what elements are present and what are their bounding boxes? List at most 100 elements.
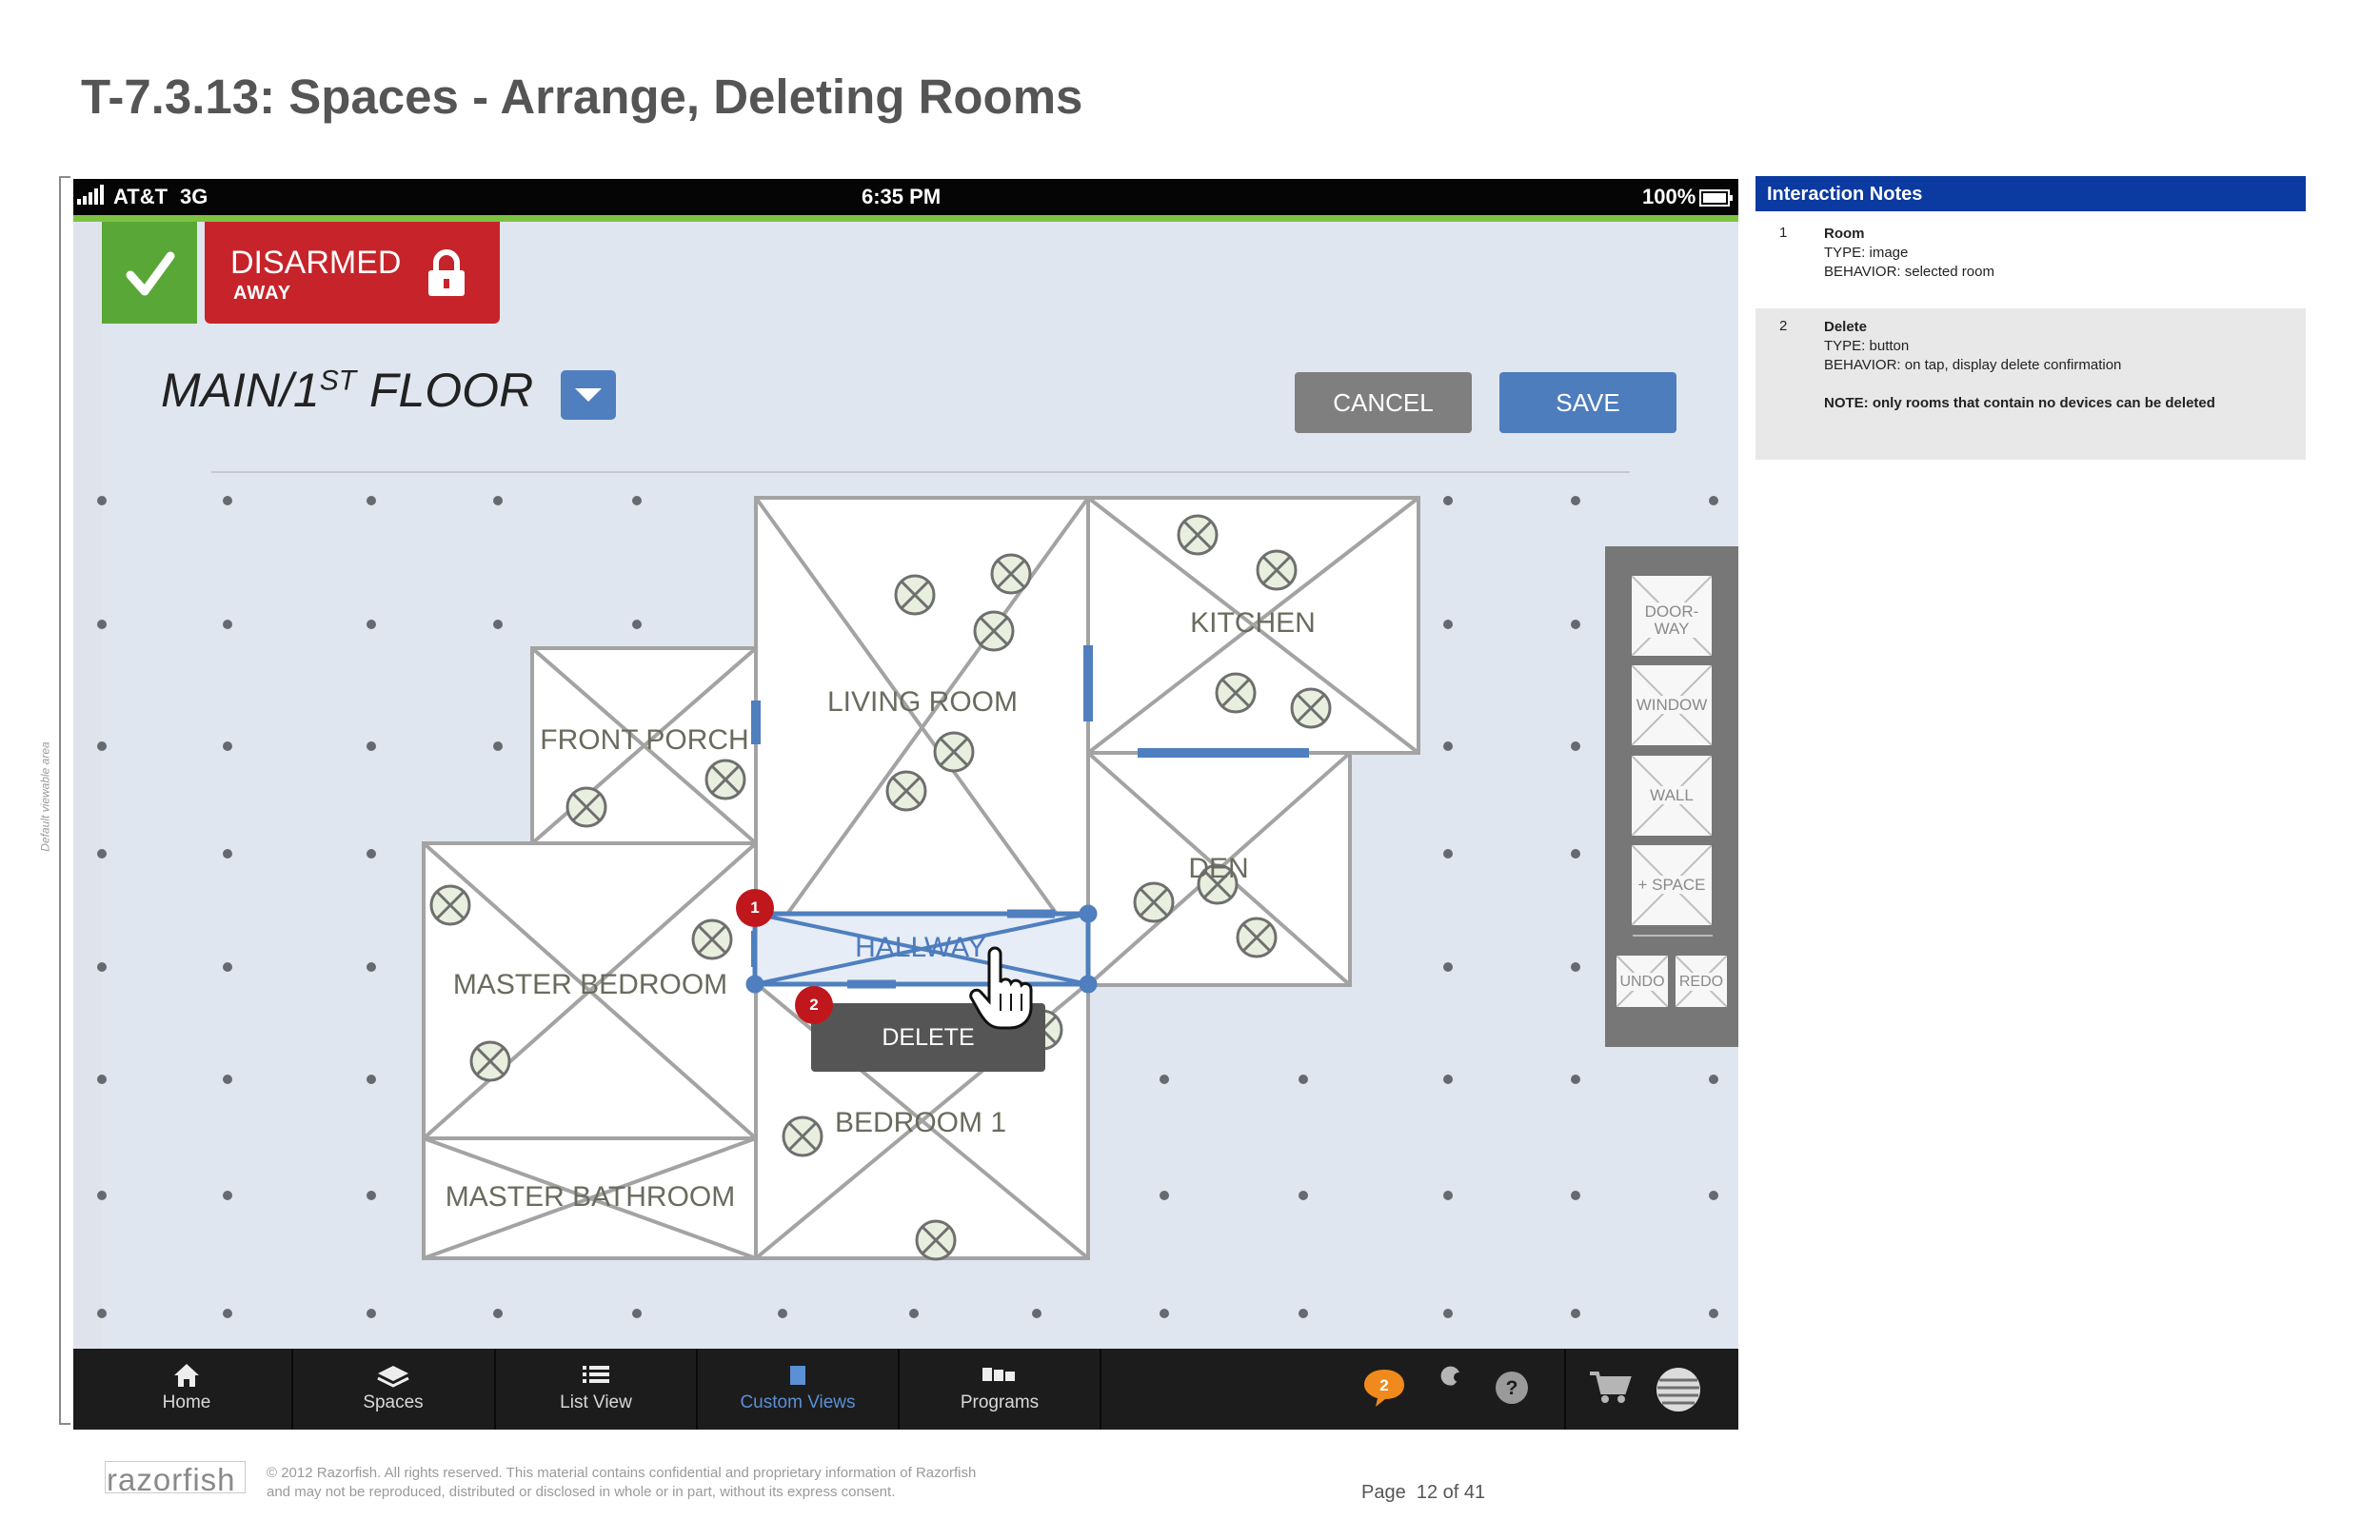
grid-dot: [1160, 1191, 1169, 1200]
grid-dot: [493, 741, 503, 751]
security-status-badge[interactable]: DISARMED AWAY: [205, 222, 500, 324]
att-globe-icon[interactable]: [1654, 1365, 1703, 1414]
tab-list-view[interactable]: List View: [496, 1349, 696, 1430]
copyright-notice: © 2012 Razorfish. All rights reserved. T…: [267, 1464, 1123, 1502]
tool-add-space[interactable]: + SPACE: [1631, 844, 1713, 926]
grid-dot: [1299, 1309, 1308, 1318]
chat-icon[interactable]: 2: [1360, 1366, 1408, 1410]
light-bulb-icon[interactable]: [915, 1219, 957, 1261]
light-bulb-icon[interactable]: [1290, 687, 1332, 729]
room-label-master-bedroom[interactable]: MASTER BEDROOM: [453, 969, 727, 1001]
light-bulb-icon[interactable]: [933, 731, 975, 773]
floor-name-suffix: FLOOR: [356, 364, 534, 417]
help-icon[interactable]: ?: [1494, 1370, 1530, 1406]
tab-programs-label: Programs: [960, 1392, 1040, 1412]
grid-dot: [493, 496, 503, 505]
light-bulb-icon[interactable]: [973, 610, 1015, 652]
grid-dot: [1160, 1309, 1169, 1318]
grid-dot: [367, 1075, 376, 1084]
grid-dot: [1160, 1075, 1169, 1084]
cancel-button[interactable]: CANCEL: [1295, 372, 1472, 433]
grid-dot: [1709, 1191, 1718, 1200]
programs-icon: [982, 1368, 1015, 1381]
device-screen: KITCHEN LIVING ROOM FRONT PORCH DEN HALL…: [73, 179, 1738, 1430]
cart-icon[interactable]: [1588, 1368, 1632, 1406]
tab-programs[interactable]: Programs: [900, 1349, 1100, 1430]
light-bulb-icon[interactable]: [1256, 549, 1298, 591]
room-label-den[interactable]: DEN: [1188, 853, 1248, 885]
light-bulb-icon[interactable]: [429, 884, 471, 926]
light-bulb-icon[interactable]: [990, 553, 1032, 595]
floor-ordinal: ST: [319, 365, 357, 397]
note-number: 1: [1779, 225, 1788, 241]
security-mode: AWAY: [233, 283, 292, 304]
light-bulb-icon[interactable]: [1133, 881, 1175, 923]
light-bulb-icon[interactable]: [565, 786, 607, 828]
razorfish-logo: razorfish: [107, 1462, 236, 1497]
page-number: Page 12 of 41: [1361, 1482, 1485, 1504]
grid-dot: [1709, 496, 1718, 505]
grid-dot: [97, 496, 107, 505]
floor-dropdown-button[interactable]: [561, 370, 616, 420]
tool-doorway-label: DOOR-: [1632, 602, 1712, 621]
tool-window[interactable]: WINDOW: [1631, 664, 1713, 746]
grid-dot: [223, 962, 232, 972]
svg-text:?: ?: [1506, 1377, 1518, 1399]
title-divider: [211, 471, 1630, 473]
light-bulb-icon[interactable]: [1177, 514, 1219, 556]
tab-home-label: Home: [162, 1392, 211, 1412]
copyright-line-1: © 2012 Razorfish. All rights reserved. T…: [267, 1465, 977, 1481]
light-bulb-icon[interactable]: [885, 770, 927, 812]
tab-separator: [1564, 1349, 1566, 1430]
room-label-living-room[interactable]: LIVING ROOM: [827, 686, 1018, 719]
tool-window-label: WINDOW: [1632, 696, 1712, 714]
tab-home[interactable]: Home: [102, 1349, 271, 1430]
light-bulb-icon[interactable]: [782, 1116, 823, 1157]
redo-button[interactable]: REDO: [1675, 955, 1728, 1008]
grid-dot: [1443, 620, 1453, 629]
copyright-line-2: and may not be reproduced, distributed o…: [267, 1484, 896, 1500]
grid-dot: [97, 620, 107, 629]
save-button[interactable]: SAVE: [1499, 372, 1676, 433]
room-label-master-bathroom[interactable]: MASTER BATHROOM: [446, 1181, 735, 1214]
grid-dot: [1571, 849, 1580, 859]
room-label-hallway[interactable]: HALLWAY: [855, 932, 986, 964]
undo-button[interactable]: UNDO: [1616, 955, 1669, 1008]
grid-dot: [493, 620, 503, 629]
light-bulb-icon[interactable]: [469, 1040, 511, 1082]
light-bulb-icon[interactable]: [1236, 917, 1278, 958]
light-bulb-icon[interactable]: [894, 574, 936, 616]
tool-doorway[interactable]: DOOR- WAY: [1631, 575, 1713, 657]
note-item: 1 Room TYPE: image BEHAVIOR: selected ro…: [1755, 211, 2306, 289]
grid-dot: [1571, 496, 1580, 505]
light-bulb-icon[interactable]: [704, 759, 746, 800]
layers-icon: [377, 1366, 409, 1388]
light-bulb-icon[interactable]: [691, 918, 733, 960]
grid-dot: [1299, 1191, 1308, 1200]
arm-check-button[interactable]: [102, 222, 197, 324]
interaction-notes-title: Interaction Notes: [1767, 184, 1923, 205]
grid-dot: [1443, 1191, 1453, 1200]
tool-wall[interactable]: WALL: [1631, 755, 1713, 837]
grid-dot: [97, 962, 107, 972]
custom-views-icon: [790, 1366, 805, 1385]
room-label-front-porch[interactable]: FRONT PORCH: [540, 724, 748, 757]
status-time: 6:35 PM: [862, 185, 942, 208]
grid-dot: [778, 1309, 787, 1318]
grid-dot: [367, 962, 376, 972]
grid-dot: [493, 1309, 503, 1318]
tab-custom-views[interactable]: Custom Views: [698, 1349, 898, 1430]
signal-bars-icon: [77, 185, 106, 211]
room-label-kitchen[interactable]: KITCHEN: [1190, 607, 1316, 640]
wrench-icon[interactable]: [1429, 1366, 1471, 1408]
battery-icon: [1699, 188, 1734, 212]
tool-wall-label: WALL: [1632, 786, 1712, 804]
note-type: TYPE: button: [1824, 338, 1910, 354]
note-name: Room: [1824, 226, 1865, 242]
toolbox-divider: [1633, 935, 1713, 937]
grid-dot: [1571, 1309, 1580, 1318]
tab-spaces[interactable]: Spaces: [293, 1349, 493, 1430]
grid-dot: [97, 741, 107, 751]
light-bulb-icon[interactable]: [1215, 672, 1257, 714]
room-label-bedroom-1[interactable]: BEDROOM 1: [835, 1107, 1006, 1139]
